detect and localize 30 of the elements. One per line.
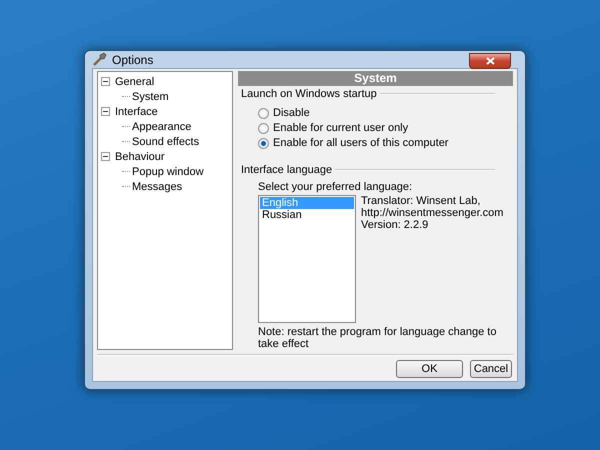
dialog-button[interactable]: OK: [396, 360, 463, 378]
radio-button[interactable]: Enable for current user only: [258, 121, 408, 135]
tree-item[interactable]: Messages: [131, 180, 184, 192]
dialog-button[interactable]: Cancel: [470, 360, 512, 378]
tree-item[interactable]: Sound effects: [131, 136, 200, 148]
close-icon: [486, 57, 494, 65]
tree-item[interactable]: General: [114, 76, 156, 88]
radio-button[interactable]: Enable for all users of this computer: [258, 136, 448, 150]
collapse-icon[interactable]: [101, 107, 110, 116]
radio-button[interactable]: Disable: [258, 106, 310, 120]
prompt-text: Select your preferred language:: [258, 181, 414, 193]
tree-item[interactable]: Interface: [114, 106, 159, 118]
close-button[interactable]: [469, 53, 511, 69]
info-text: http://winsentmessenger.com: [361, 207, 504, 219]
tree-item[interactable]: System: [131, 90, 170, 102]
collapse-icon[interactable]: [101, 77, 110, 86]
group-label: Launch on Windows startup: [241, 88, 377, 100]
info-text: Version: 2.2.9: [361, 219, 430, 231]
tree-item[interactable]: Appearance: [131, 120, 192, 132]
group-label: Interface language: [241, 164, 332, 176]
tree-item[interactable]: Popup window: [131, 166, 205, 178]
collapse-icon[interactable]: [101, 152, 110, 161]
info-text: Translator: Winsent Lab,: [361, 195, 482, 207]
window-title: Options: [112, 52, 154, 66]
tree-item[interactable]: Behaviour: [114, 150, 166, 162]
list-item[interactable]: Russian: [260, 209, 354, 221]
panel-header: System: [238, 71, 513, 86]
wrench-icon: [92, 52, 107, 67]
language-list[interactable]: English Russian: [258, 195, 356, 323]
note-text: Note: restart the program for language change to take effect: [258, 326, 498, 350]
